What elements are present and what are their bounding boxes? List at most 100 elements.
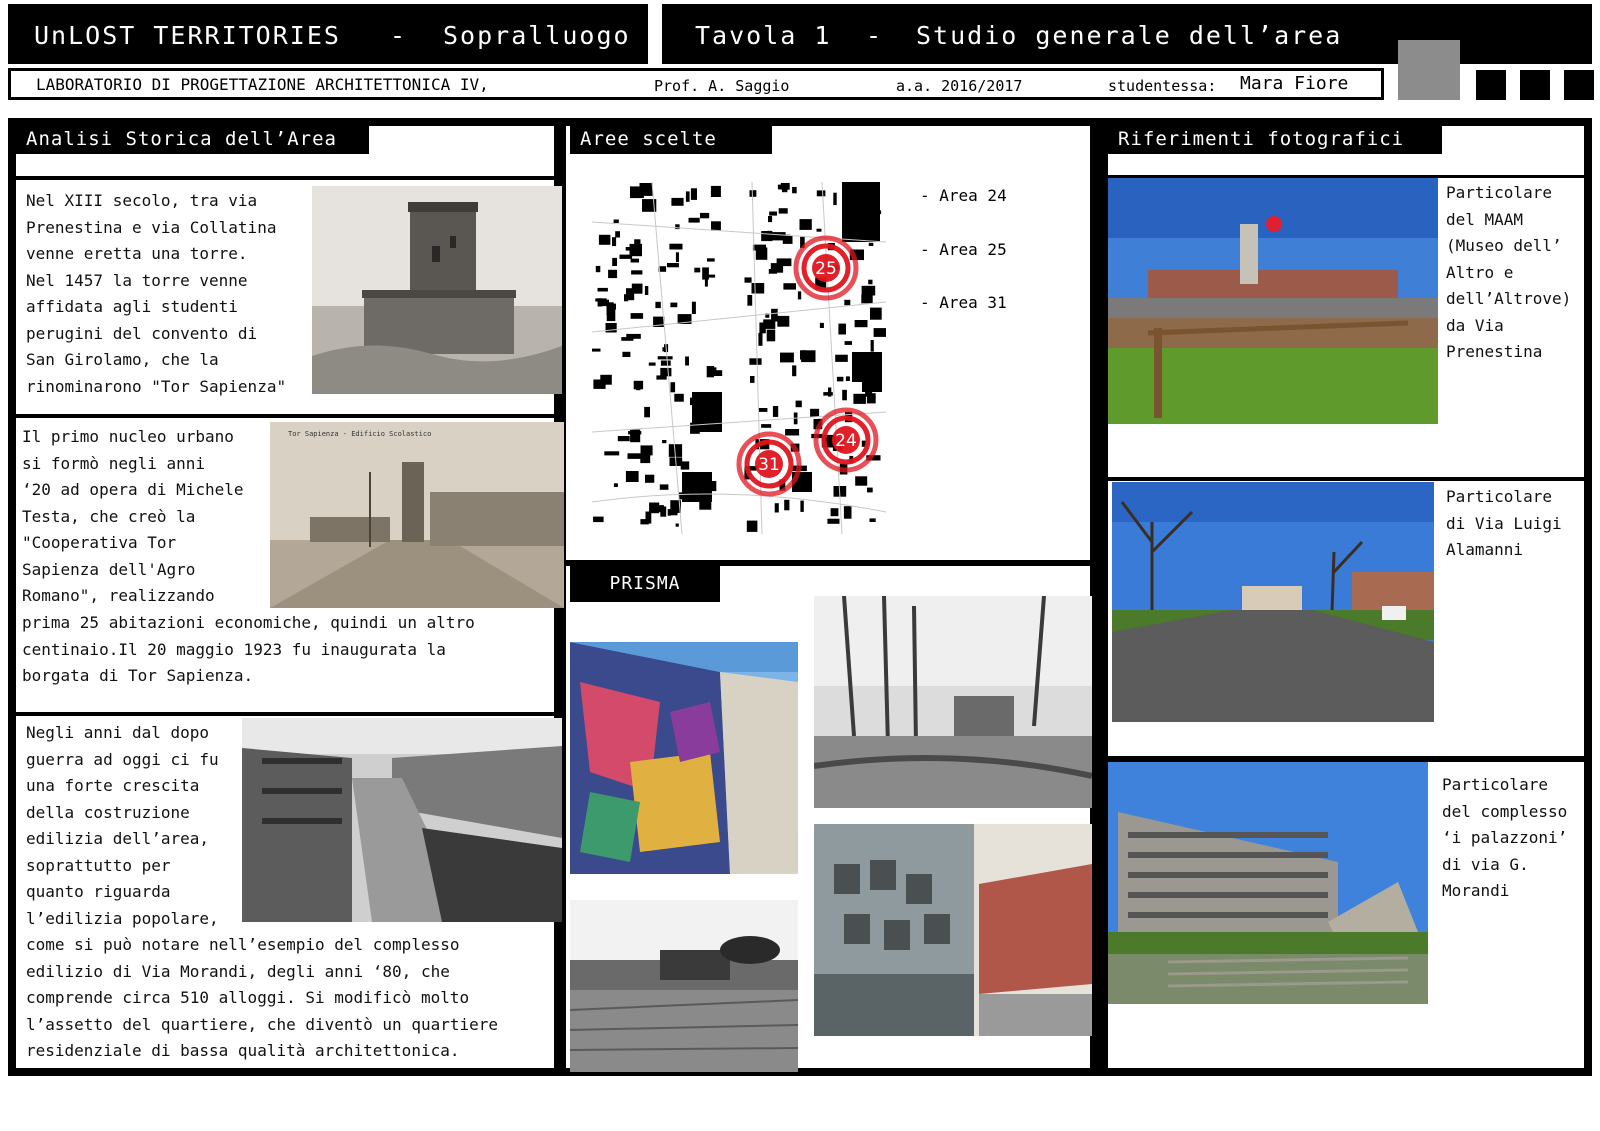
maam-photo (1108, 178, 1438, 424)
map-building-block (843, 506, 852, 519)
area-marker-25[interactable]: 25 (793, 235, 859, 301)
map-building-block (828, 387, 832, 397)
map-building-block (598, 234, 611, 245)
map-building-block (785, 429, 800, 436)
history-paragraph-2-bottom: prima 25 abitazioni economiche, quindi u… (22, 613, 475, 685)
map-building-block (751, 283, 765, 294)
map-building-block (705, 274, 716, 278)
map-building-block (810, 408, 820, 417)
map-building-block (827, 518, 840, 524)
map-building-block (869, 518, 876, 522)
student-label: studentessa: (1108, 77, 1217, 95)
map-building-block (868, 242, 874, 246)
map-building-block (772, 406, 779, 417)
map-building-block (659, 484, 669, 490)
map-building-block (706, 366, 715, 378)
map-building-block (707, 258, 715, 262)
map-building-block (685, 191, 690, 202)
postcard-historic-photo: Tor Sapienza - Edificio Scolastico (270, 422, 564, 608)
map-building-block (694, 267, 701, 273)
map-building-block (669, 243, 683, 250)
professor-name: Prof. A. Saggio (654, 77, 790, 95)
map-building-block (592, 348, 601, 352)
tower-historic-photo (312, 186, 562, 394)
map-building-block (667, 263, 679, 268)
areas-section-title: Aree scelte (570, 124, 772, 154)
photos-section-title: Riferimenti fotografici (1108, 124, 1442, 154)
map-building-block (593, 516, 604, 523)
map-building-block (778, 208, 788, 214)
map-building-block (644, 406, 650, 418)
academic-year: a.a. 2016/2017 (896, 77, 1023, 95)
map-building-block (755, 247, 768, 260)
map-building-block (630, 186, 642, 199)
map-building-block (671, 197, 684, 206)
map-building-block (711, 221, 721, 231)
map-building-block (853, 393, 866, 404)
map-building-block (682, 472, 712, 502)
history-paragraph-2-top: Il primo nucleo urbano si formò negli an… (22, 427, 244, 605)
map-building-block (749, 358, 762, 365)
map-building-block (612, 237, 617, 247)
map-building-block (625, 471, 639, 482)
area-map: 25 24 31 (592, 182, 886, 534)
map-building-block (844, 341, 852, 345)
map-building-block (758, 332, 763, 346)
map-building-block (816, 190, 826, 197)
map-building-block (649, 502, 660, 514)
map-building-block (648, 362, 656, 366)
map-building-block (855, 476, 868, 486)
map-building-block (836, 376, 844, 382)
map-building-block (766, 329, 776, 342)
history-section-title: Analisi Storica dell’Area (16, 124, 369, 154)
area-marker-label: 25 (815, 259, 837, 279)
map-building-block (771, 317, 785, 322)
map-building-block (710, 185, 721, 197)
area-marker-24[interactable]: 24 (813, 407, 879, 473)
map-building-block (769, 211, 777, 216)
map-building-block (750, 376, 755, 383)
area-marker-31[interactable]: 31 (736, 431, 802, 497)
map-building-block (645, 511, 652, 524)
map-building-block (844, 299, 851, 306)
map-building-block (630, 258, 639, 263)
map-building-block (771, 232, 786, 241)
map-building-block (605, 323, 617, 333)
map-building-block (631, 270, 643, 275)
history-divider-1 (16, 176, 554, 180)
map-building-block (655, 301, 661, 309)
project-title: UnLOST TERRITORIES (34, 21, 341, 50)
legend-area-25: - Area 25 (920, 240, 1007, 259)
history-divider-3 (16, 712, 554, 716)
map-building-block (670, 382, 676, 393)
legend-area-31: - Area 31 (920, 293, 1007, 312)
map-building-block (749, 190, 757, 197)
map-building-block (816, 228, 822, 232)
map-building-block (675, 252, 679, 263)
map-building-block (780, 352, 794, 363)
map-building-block (660, 367, 672, 377)
map-building-block (597, 298, 603, 307)
map-building-block (640, 445, 653, 456)
map-building-block (692, 392, 722, 432)
map-building-block (662, 440, 667, 444)
map-building-block (776, 258, 792, 267)
map-building-block (758, 408, 768, 412)
map-building-block (595, 265, 601, 273)
postcard-caption: Tor Sapienza - Edificio Scolastico (288, 430, 432, 438)
map-building-block (593, 379, 606, 389)
map-building-block (629, 243, 642, 257)
map-building-block (774, 503, 779, 513)
map-building-block (870, 307, 882, 320)
course-name: LABORATORIO DI PROGETTAZIONE ARCHITETTON… (36, 75, 489, 94)
map-building-block (861, 294, 873, 304)
map-building-block (613, 219, 619, 223)
map-building-block (854, 320, 868, 328)
map-building-block (644, 286, 649, 295)
area-marker-label: 24 (835, 431, 857, 451)
area-marker-label: 31 (758, 455, 780, 475)
history-paragraph-1: Nel XIII secolo, tra via Prenestina e vi… (26, 191, 287, 396)
map-building-block (662, 347, 667, 352)
grey-square-logo (1398, 40, 1460, 100)
via-alamanni-photo (1112, 482, 1434, 722)
